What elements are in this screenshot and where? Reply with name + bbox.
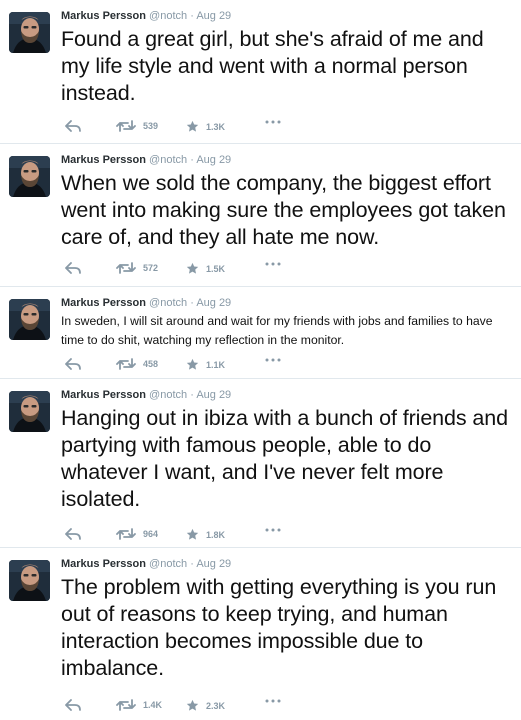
star-icon bbox=[186, 120, 199, 133]
avatar[interactable] bbox=[9, 560, 50, 601]
favorite-button[interactable]: 2.3K bbox=[186, 699, 225, 712]
retweet-count: 458 bbox=[143, 359, 159, 369]
retweet-icon bbox=[116, 262, 136, 274]
retweet-button[interactable]: 1.4K bbox=[116, 699, 162, 711]
separator: · bbox=[190, 154, 194, 166]
more-dots-icon bbox=[265, 358, 281, 362]
favorite-count: 1.5K bbox=[206, 263, 226, 274]
tweet-text: In sweden, I will sit around and wait fo… bbox=[61, 314, 493, 347]
tweet-timestamp[interactable]: Aug 29 bbox=[196, 558, 231, 570]
favorite-count: 2.3K bbox=[206, 700, 226, 711]
avatar[interactable] bbox=[9, 299, 50, 340]
reply-icon bbox=[65, 262, 81, 274]
retweet-count: 1.4K bbox=[143, 700, 163, 710]
reply-button[interactable] bbox=[65, 699, 81, 711]
author-name[interactable]: Markus Persson bbox=[61, 10, 146, 22]
reply-icon bbox=[65, 699, 81, 711]
more-button[interactable] bbox=[265, 699, 281, 703]
tweet-text: Hanging out in ibiza with a bunch of fri… bbox=[61, 406, 508, 511]
retweet-count: 539 bbox=[143, 121, 159, 131]
retweet-icon bbox=[116, 120, 136, 132]
reply-button[interactable] bbox=[65, 528, 81, 540]
retweet-count: 572 bbox=[143, 263, 159, 273]
more-dots-icon bbox=[265, 528, 281, 532]
tweet-header: Markus Persson @notch · Aug 29 bbox=[61, 10, 231, 22]
separator: · bbox=[190, 558, 194, 570]
author-handle[interactable]: @notch bbox=[149, 558, 187, 570]
tweet-timestamp[interactable]: Aug 29 bbox=[196, 389, 231, 401]
tweet-header: Markus Persson @notch · Aug 29 bbox=[61, 297, 231, 309]
tweet: Markus Persson @notch · Aug 29 Hanging o… bbox=[0, 378, 521, 547]
tweet-timestamp[interactable]: Aug 29 bbox=[196, 10, 231, 22]
retweet-icon bbox=[116, 358, 136, 370]
retweet-button[interactable]: 458 bbox=[116, 358, 158, 370]
favorite-count: 1.8K bbox=[206, 529, 226, 540]
avatar[interactable] bbox=[9, 156, 50, 197]
tweet: Markus Persson @notch · Aug 29 When we s… bbox=[0, 143, 521, 286]
tweet-text: The problem with getting everything is y… bbox=[61, 575, 497, 680]
tweet-timestamp[interactable]: Aug 29 bbox=[196, 154, 231, 166]
reply-button[interactable] bbox=[65, 262, 81, 274]
more-dots-icon bbox=[265, 262, 281, 266]
author-name[interactable]: Markus Persson bbox=[61, 389, 146, 401]
separator: · bbox=[190, 10, 194, 22]
avatar[interactable] bbox=[9, 391, 50, 432]
retweet-icon bbox=[116, 528, 136, 540]
tweet-text: Found a great girl, but she's afraid of … bbox=[61, 27, 484, 105]
reply-icon bbox=[65, 120, 81, 132]
favorite-button[interactable]: 1.1K bbox=[186, 358, 225, 371]
avatar[interactable] bbox=[9, 12, 50, 53]
reply-button[interactable] bbox=[65, 120, 81, 132]
reply-icon bbox=[65, 358, 81, 370]
more-button[interactable] bbox=[265, 528, 281, 532]
author-name[interactable]: Markus Persson bbox=[61, 558, 146, 570]
author-handle[interactable]: @notch bbox=[149, 389, 187, 401]
star-icon bbox=[186, 528, 199, 541]
separator: · bbox=[190, 389, 194, 401]
more-button[interactable] bbox=[265, 358, 281, 362]
favorite-button[interactable]: 1.3K bbox=[186, 120, 225, 133]
retweet-button[interactable]: 964 bbox=[116, 528, 158, 540]
tweet: Markus Persson @notch · Aug 29 In sweden… bbox=[0, 286, 521, 378]
tweet: Markus Persson @notch · Aug 29 Found a g… bbox=[0, 0, 521, 143]
more-button[interactable] bbox=[265, 262, 281, 266]
star-icon bbox=[186, 262, 199, 275]
tweet-timestamp[interactable]: Aug 29 bbox=[196, 297, 231, 309]
author-handle[interactable]: @notch bbox=[149, 297, 187, 309]
tweet-header: Markus Persson @notch · Aug 29 bbox=[61, 154, 231, 166]
retweet-count: 964 bbox=[143, 529, 159, 539]
author-handle[interactable]: @notch bbox=[149, 154, 187, 166]
retweet-icon bbox=[116, 699, 136, 711]
favorite-count: 1.3K bbox=[206, 121, 226, 132]
favorite-button[interactable]: 1.8K bbox=[186, 528, 225, 541]
tweet-header: Markus Persson @notch · Aug 29 bbox=[61, 389, 231, 401]
tweet: Markus Persson @notch · Aug 29 The probl… bbox=[0, 547, 521, 720]
star-icon bbox=[186, 699, 199, 712]
author-name[interactable]: Markus Persson bbox=[61, 154, 146, 166]
favorite-button[interactable]: 1.5K bbox=[186, 262, 225, 275]
tweet-feed: Markus Persson @notch · Aug 29 Found a g… bbox=[0, 0, 521, 720]
more-dots-icon bbox=[265, 699, 281, 703]
reply-icon bbox=[65, 528, 81, 540]
retweet-button[interactable]: 539 bbox=[116, 120, 158, 132]
reply-button[interactable] bbox=[65, 358, 81, 370]
star-icon bbox=[186, 358, 199, 371]
tweet-header: Markus Persson @notch · Aug 29 bbox=[61, 558, 231, 570]
author-handle[interactable]: @notch bbox=[149, 10, 187, 22]
favorite-count: 1.1K bbox=[206, 359, 226, 370]
retweet-button[interactable]: 572 bbox=[116, 262, 158, 274]
author-name[interactable]: Markus Persson bbox=[61, 297, 146, 309]
separator: · bbox=[190, 297, 194, 309]
more-button[interactable] bbox=[265, 120, 281, 124]
more-dots-icon bbox=[265, 120, 281, 124]
tweet-text: When we sold the company, the biggest ef… bbox=[61, 171, 506, 249]
